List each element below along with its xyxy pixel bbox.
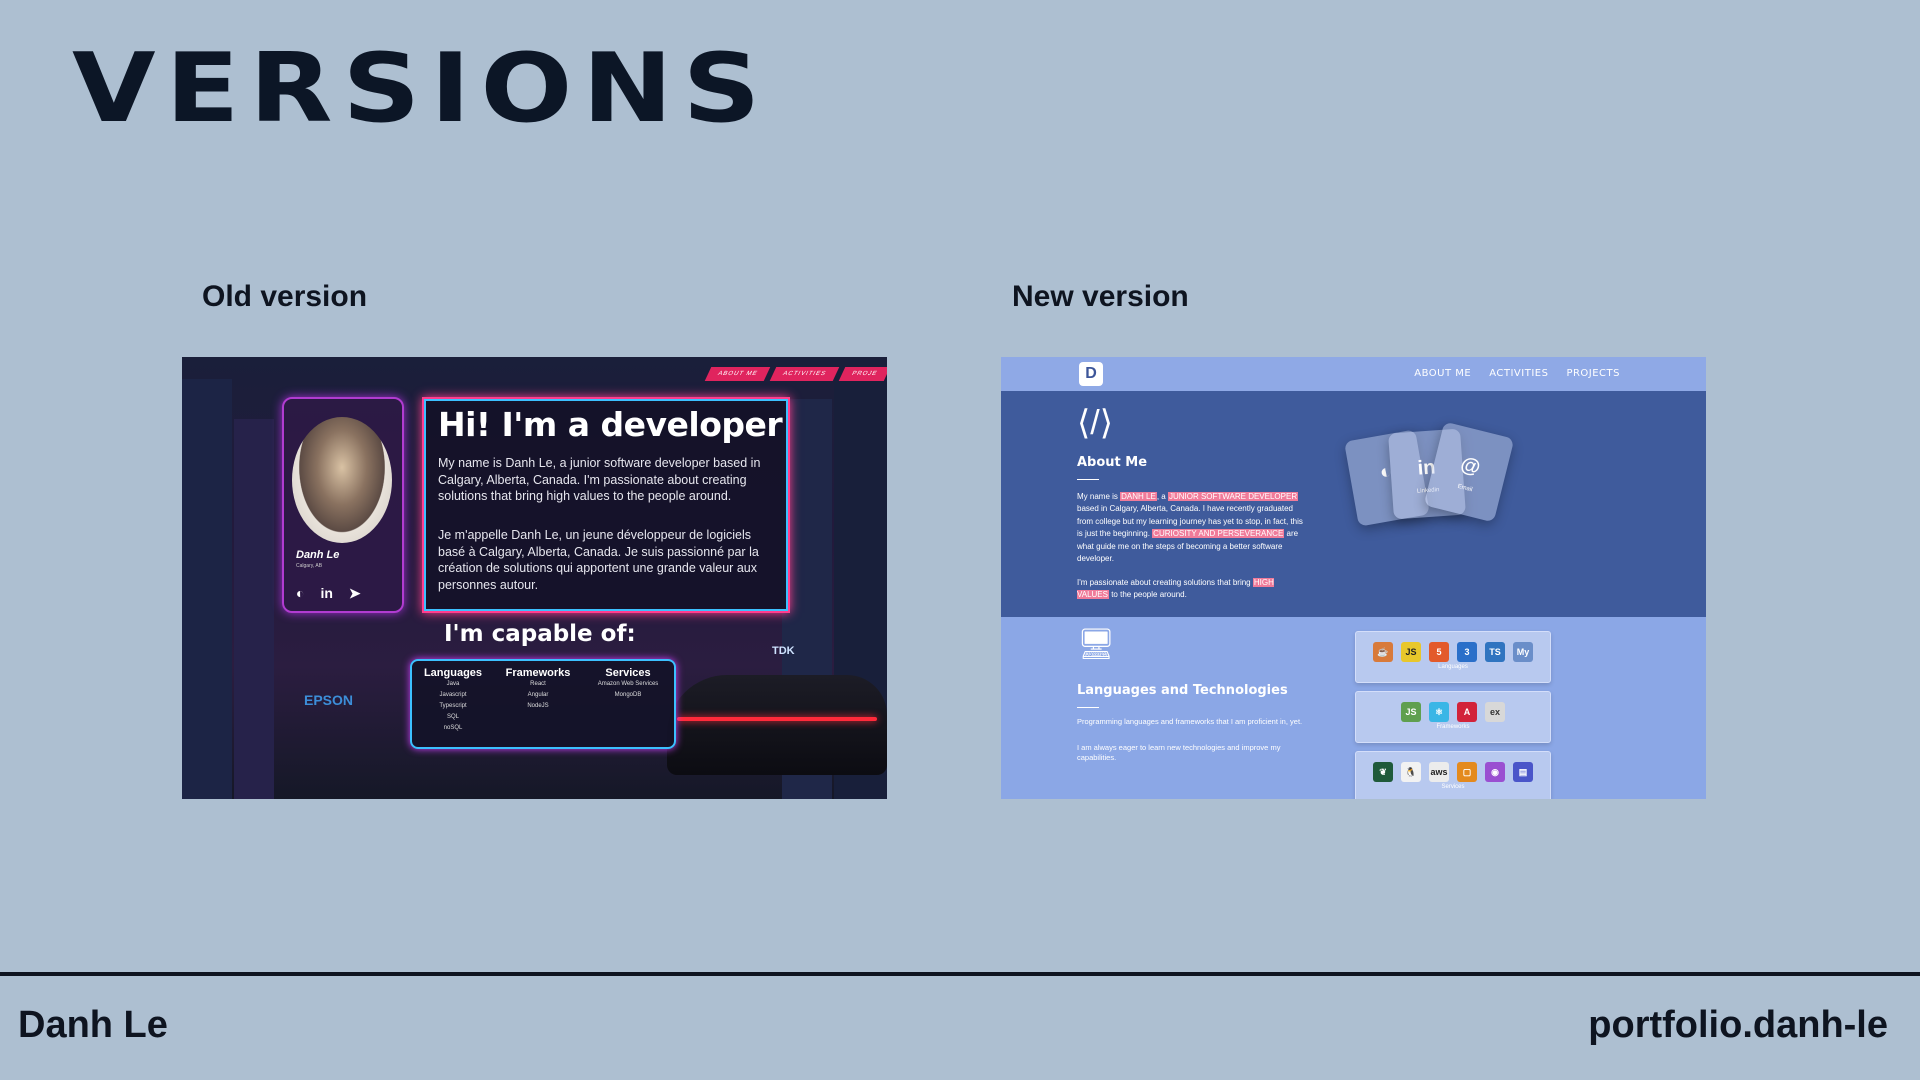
new-version-screenshot: D ABOUT ME ACTIVITIES PROJECTS ⟨/⟩ About…: [1001, 357, 1706, 799]
html5-icon: 5: [1429, 642, 1449, 662]
avatar: [292, 417, 392, 543]
frameworks-tile: JS ⚛ A ex Frameworks: [1355, 691, 1551, 743]
skill-item: Java: [446, 681, 460, 687]
car-illustration: [667, 675, 887, 775]
services-tile: ❦ 🐧 aws ▢ ◉ ▤ Services: [1355, 751, 1551, 799]
about-section: ⟨/⟩ About Me My name is DANH LE, a JUNIO…: [1001, 391, 1706, 617]
intro-english: My name is Danh Le, a junior software de…: [438, 456, 761, 503]
profile-name: Danh Le: [296, 549, 340, 561]
skill-item: noSQL: [443, 725, 463, 731]
about-paragraph: My name is DANH LE, a JUNIOR SOFTWARE DE…: [1077, 492, 1303, 564]
linkedin-icon[interactable]: in: [320, 585, 332, 602]
lt-paragraph-2: I am always eager to learn new technolog…: [1077, 743, 1281, 762]
github-icon[interactable]: ◐: [296, 585, 304, 602]
languages-tile: ☕ JS 5 3 TS My Languages: [1355, 631, 1551, 683]
capable-title: I'm capable of:: [444, 621, 636, 647]
skills-heading: Frameworks: [505, 667, 571, 679]
footer-author: Danh Le: [18, 1004, 168, 1046]
typescript-icon: TS: [1485, 642, 1505, 662]
old-version-screenshot: EPSON TDK ABOUT ME ACTIVITIES PROJE Danh…: [182, 357, 887, 799]
skills-heading: Services: [605, 667, 651, 679]
old-nav-projects[interactable]: PROJE: [838, 367, 887, 381]
nodejs-icon: JS: [1401, 702, 1421, 722]
nav-activities[interactable]: ACTIVITIES: [1489, 368, 1548, 379]
skill-item: Amazon Web Services: [597, 681, 659, 687]
mysql-icon: My: [1513, 642, 1533, 662]
footer-site: portfolio.danh-le: [1588, 1004, 1888, 1046]
skill-item: Typescript: [439, 703, 467, 709]
skills-box: Languages Java Javascript Typescript SQL…: [410, 659, 676, 749]
languages-technologies-section: 🖥 Languages and Technologies Programming…: [1001, 617, 1706, 799]
about-paragraph-2: I'm passionate about creating solutions …: [1077, 578, 1274, 600]
new-version-caption: New version: [1012, 280, 1189, 313]
monitor-code-icon: 🖥: [1077, 628, 1116, 661]
nav-projects[interactable]: PROJECTS: [1566, 368, 1620, 379]
angular-icon: A: [1457, 702, 1477, 722]
new-navbar: D ABOUT ME ACTIVITIES PROJECTS: [1001, 357, 1706, 392]
skill-item: SQL: [446, 714, 459, 720]
old-nav-activities[interactable]: ACTIVITIES: [770, 367, 840, 381]
aws-icon: aws: [1429, 762, 1449, 782]
slide-title: VERSIONS: [72, 34, 771, 144]
mongodb-icon: ❦: [1373, 762, 1393, 782]
skill-item: Javascript: [439, 692, 467, 698]
hero-box: Hi! I'm a developer My name is Danh Le, …: [422, 397, 790, 613]
skill-item: MongoDB: [614, 692, 642, 698]
logo[interactable]: D: [1079, 362, 1103, 386]
skill-item: Angular: [527, 692, 549, 698]
skill-item: React: [530, 681, 546, 687]
aws-docs-icon: ▤: [1513, 762, 1533, 782]
react-icon: ⚛: [1429, 702, 1449, 722]
old-version-caption: Old version: [202, 280, 368, 313]
java-icon: ☕: [1373, 642, 1393, 662]
intro-french: Je m'appelle Danh Le, un jeune développe…: [438, 528, 759, 592]
old-nav-about[interactable]: ABOUT ME: [704, 367, 771, 381]
tile-label: Frameworks: [1436, 724, 1470, 730]
css3-icon: 3: [1457, 642, 1477, 662]
footer-divider: [0, 972, 1920, 976]
about-title: About Me: [1077, 455, 1148, 470]
express-icon: ex: [1485, 702, 1505, 722]
head-code-icon: ⟨/⟩: [1077, 404, 1113, 442]
tile-label: Languages: [1438, 664, 1468, 670]
profile-card: Danh Le Calgary, AB ◐ in ➤: [282, 397, 404, 613]
skill-item: NodeJS: [527, 703, 549, 709]
epson-sign: EPSON: [304, 692, 354, 708]
lt-title: Languages and Technologies: [1077, 683, 1288, 698]
hero-title: Hi! I'm a developer: [438, 405, 783, 444]
tdk-sign: TDK: [772, 645, 795, 657]
tile-label: Services: [1441, 784, 1465, 790]
javascript-icon: JS: [1401, 642, 1421, 662]
aws-cognito-icon: ◉: [1485, 762, 1505, 782]
old-nav: ABOUT ME ACTIVITIES PROJE: [704, 367, 887, 381]
aws-ec2-icon: ▢: [1457, 762, 1477, 782]
nav-about-me[interactable]: ABOUT ME: [1414, 368, 1471, 379]
lt-paragraph-1: Programming languages and frameworks tha…: [1077, 717, 1303, 726]
profile-location: Calgary, AB: [296, 563, 323, 569]
linux-icon: 🐧: [1401, 762, 1421, 782]
skills-heading: Languages: [423, 667, 483, 679]
telegram-icon[interactable]: ➤: [349, 585, 361, 602]
